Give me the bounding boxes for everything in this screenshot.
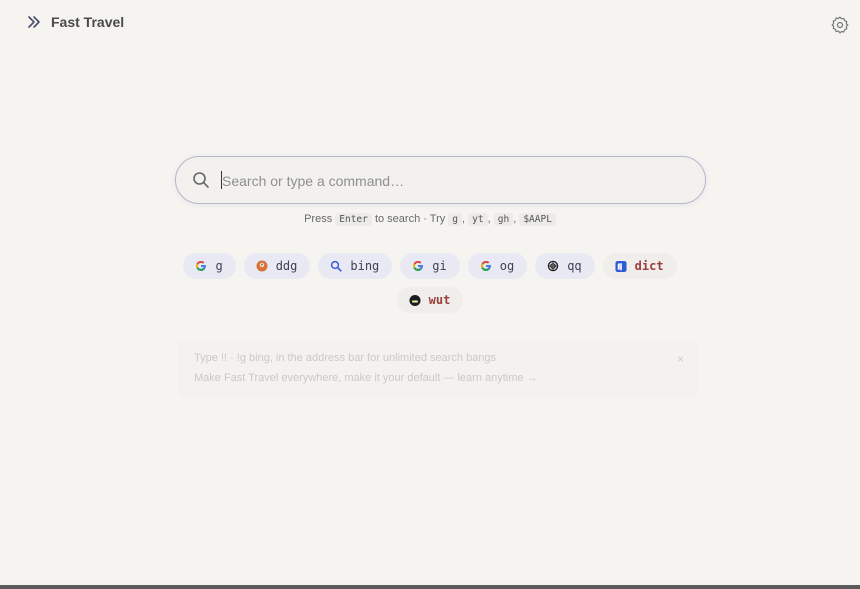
close-icon[interactable]: × bbox=[677, 352, 684, 366]
shortcut-label: og bbox=[499, 259, 515, 273]
shortcut-chip-qq[interactable]: qq bbox=[535, 253, 595, 279]
shortcut-chip-og[interactable]: og bbox=[467, 253, 528, 279]
shortcut-chip-gi[interactable]: gi bbox=[400, 253, 460, 279]
brand: Fast Travel bbox=[26, 14, 124, 30]
shortcut-chip-wut[interactable]: wut bbox=[396, 287, 464, 313]
shortcut-label: wut bbox=[428, 293, 451, 307]
shortcut-label: qq bbox=[567, 259, 582, 273]
search-hint: Press Enter to search · Try g, yt, gh, $… bbox=[0, 213, 860, 226]
duckduckgo-icon bbox=[256, 260, 268, 272]
shortcut-chips: g ddg bing gi og qq dict wut bbox=[0, 253, 860, 321]
hint-press: Press bbox=[304, 213, 333, 225]
text-caret bbox=[221, 171, 222, 189]
search-icon bbox=[330, 260, 342, 272]
hint-example: gh bbox=[493, 213, 514, 226]
shortcut-chip-dict[interactable]: dict bbox=[602, 253, 677, 279]
hint-example: $AAPL bbox=[519, 213, 556, 226]
notice-line-1: Type !! · !g bing, in the address bar fo… bbox=[194, 352, 497, 364]
google-icon bbox=[195, 260, 207, 272]
shortcut-chip-ddg[interactable]: ddg bbox=[243, 253, 311, 279]
shortcut-label: gi bbox=[432, 259, 447, 273]
shortcut-chip-g[interactable]: g bbox=[183, 253, 236, 279]
dictionary-icon bbox=[615, 260, 627, 272]
openai-icon bbox=[547, 260, 559, 272]
hint-sep: , bbox=[462, 213, 466, 225]
top-bar: Fast Travel bbox=[0, 0, 860, 50]
shortcut-label: bing bbox=[350, 259, 380, 273]
shortcut-label: dict bbox=[634, 259, 664, 273]
bottom-edge bbox=[0, 585, 860, 589]
hint-key: Enter bbox=[335, 213, 372, 226]
app-title: Fast Travel bbox=[51, 14, 125, 30]
hint-example: yt bbox=[468, 213, 488, 226]
hint-example: g bbox=[448, 213, 463, 226]
chevrons-right-icon[interactable] bbox=[26, 14, 42, 30]
google-icon bbox=[412, 260, 424, 272]
shortcut-chip-bing[interactable]: bing bbox=[318, 253, 393, 279]
hint-sep: , bbox=[487, 213, 491, 225]
shortcut-label: g bbox=[215, 259, 223, 273]
search-box[interactable] bbox=[175, 156, 706, 204]
search-icon bbox=[193, 172, 209, 188]
urban-dictionary-icon bbox=[409, 294, 421, 306]
shortcut-label: ddg bbox=[275, 259, 298, 273]
google-icon bbox=[480, 260, 492, 272]
hint-text: to search · Try bbox=[374, 213, 446, 225]
gear-icon[interactable] bbox=[830, 15, 850, 35]
hint-sep: , bbox=[513, 213, 517, 225]
info-notice: Type !! · !g bing, in the address bar fo… bbox=[178, 340, 698, 398]
search-input[interactable] bbox=[220, 167, 684, 195]
notice-line-2[interactable]: Make Fast Travel everywhere, make it you… bbox=[194, 372, 538, 384]
